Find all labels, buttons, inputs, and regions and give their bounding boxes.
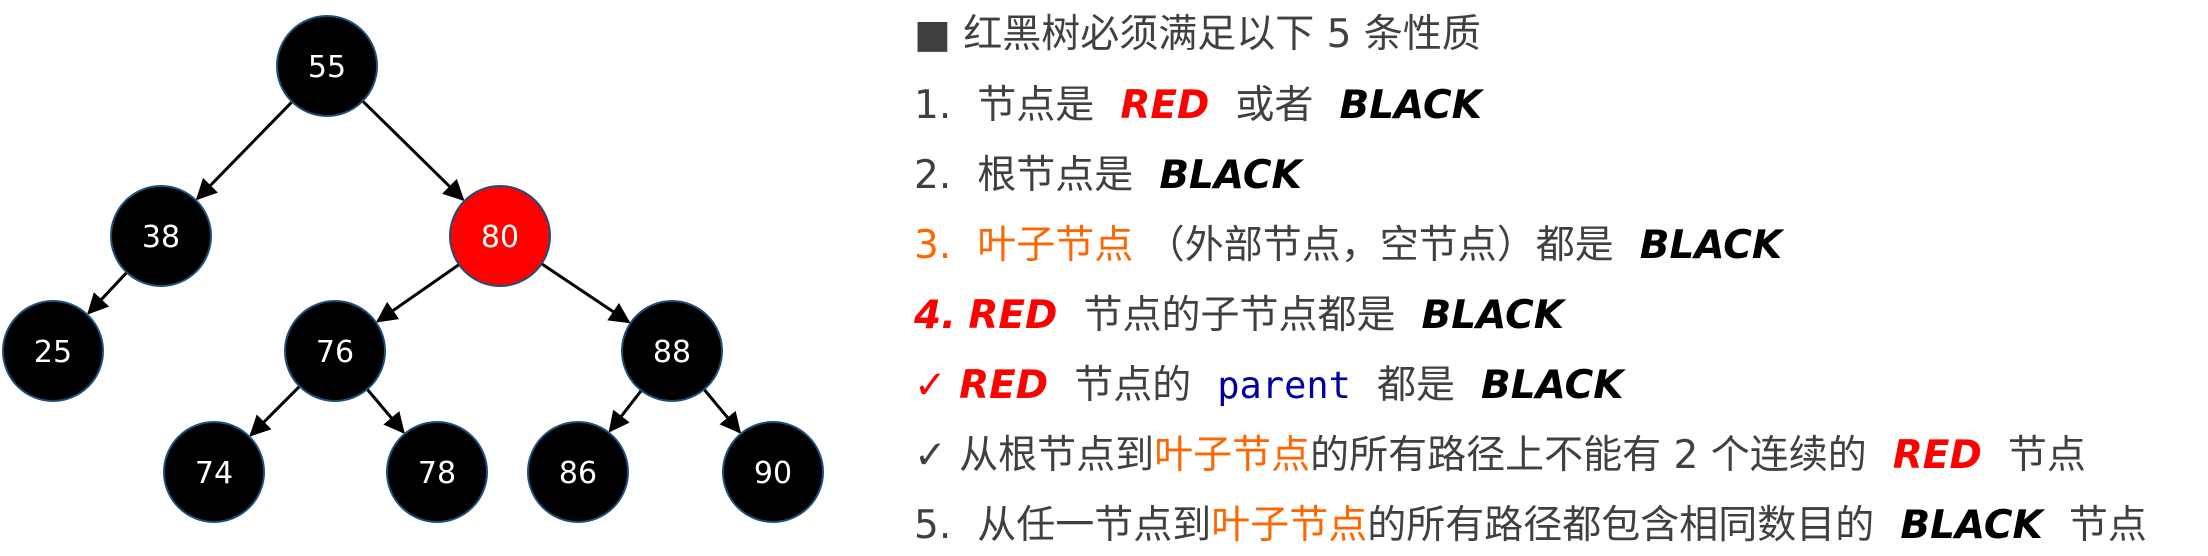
property-number: 5. bbox=[914, 503, 952, 548]
node-label: 88 bbox=[653, 335, 691, 370]
edge-88-90 bbox=[702, 388, 742, 434]
node-label: 80 bbox=[481, 220, 519, 255]
property-text: 都是 bbox=[1376, 363, 1455, 408]
heading-text: 红黑树必须满足以下 5 条性质 bbox=[963, 12, 1481, 57]
edge-38-25 bbox=[87, 271, 128, 315]
property-1: 1. 节点是 RED 或者 BLACK bbox=[914, 76, 1482, 136]
tree-node-78: 78 bbox=[386, 421, 488, 523]
tree-node-74: 74 bbox=[163, 421, 265, 523]
node-label: 74 bbox=[195, 456, 233, 491]
node-label: 76 bbox=[316, 335, 354, 370]
node-label: 90 bbox=[754, 456, 792, 491]
node-label: 86 bbox=[559, 456, 597, 491]
property-2: 2. 根节点是 BLACK bbox=[914, 146, 1302, 206]
leaf-node-term: 叶子节点 bbox=[1211, 503, 1368, 548]
leaf-node-term: 叶子节点 bbox=[1154, 433, 1311, 478]
edge-76-74 bbox=[249, 385, 301, 437]
edge-76-78 bbox=[366, 388, 405, 434]
property-text: 从任一节点到 bbox=[977, 503, 1212, 548]
corollary-2: ✓ 从根节点到叶子节点的所有路径上不能有 2 个连续的 RED 节点 bbox=[914, 426, 2086, 486]
edge-80-76 bbox=[375, 263, 460, 323]
corollary-1: ✓ RED 节点的 parent 都是 BLACK bbox=[914, 356, 1623, 416]
parent-code: parent bbox=[1217, 364, 1351, 407]
black-keyword: BLACK bbox=[1421, 293, 1564, 338]
tree-node-90: 90 bbox=[722, 421, 824, 523]
property-number: 4. bbox=[914, 293, 956, 338]
tree-node-88: 88 bbox=[621, 300, 723, 402]
node-label: 78 bbox=[418, 456, 456, 491]
node-label: 38 bbox=[142, 220, 180, 255]
property-text: 节点的 bbox=[1074, 363, 1192, 408]
black-keyword: BLACK bbox=[1159, 153, 1302, 198]
tree-nodes: 55 38 80 25 76 88 74 78 86 90 bbox=[2, 15, 824, 523]
check-icon: ✓ bbox=[914, 433, 947, 478]
check-icon: ✓ bbox=[914, 363, 947, 408]
black-keyword: BLACK bbox=[1900, 503, 2043, 548]
leaf-node-term: 叶子节点 bbox=[977, 223, 1134, 268]
square-bullet-icon: ■ bbox=[914, 12, 951, 57]
edge-55-80 bbox=[361, 99, 465, 202]
property-number: 1. bbox=[914, 83, 952, 128]
edge-80-88 bbox=[540, 262, 631, 324]
black-keyword: BLACK bbox=[1481, 363, 1624, 408]
red-keyword: RED bbox=[1120, 83, 1210, 128]
property-text: 节点是 bbox=[977, 83, 1095, 128]
property-4: 4. RED 节点的子节点都是 BLACK bbox=[914, 286, 1564, 346]
property-text: 节点的子节点都是 bbox=[1083, 293, 1396, 338]
property-text: 的所有路径上不能有 2 个连续的 bbox=[1310, 433, 1867, 478]
edge-55-38 bbox=[195, 100, 294, 201]
property-5: 5. 从任一节点到叶子节点的所有路径都包含相同数目的 BLACK 节点 bbox=[914, 496, 2147, 556]
red-keyword: RED bbox=[1892, 433, 1982, 478]
tree-node-86: 86 bbox=[527, 421, 629, 523]
tree-node-25: 25 bbox=[2, 300, 104, 402]
black-keyword: BLACK bbox=[1639, 223, 1783, 268]
node-label: 55 bbox=[308, 50, 346, 85]
property-text: 节点 bbox=[2068, 503, 2147, 548]
black-keyword: BLACK bbox=[1339, 83, 1482, 128]
tree-node-55: 55 bbox=[276, 15, 378, 117]
property-text: （外部节点，空节点）都是 bbox=[1145, 223, 1614, 268]
heading-line: ■ 红黑树必须满足以下 5 条性质 bbox=[914, 5, 1481, 65]
red-black-tree-diagram: 55 38 80 25 76 88 74 78 86 90 bbox=[2, 15, 824, 523]
node-label: 25 bbox=[34, 335, 72, 370]
property-text: 从根节点到 bbox=[959, 433, 1155, 478]
red-keyword: RED bbox=[968, 293, 1058, 338]
property-text: 根节点是 bbox=[977, 153, 1134, 198]
property-number: 3. bbox=[914, 223, 952, 268]
property-text: 节点 bbox=[2007, 433, 2086, 478]
property-3: 3. 叶子节点 （外部节点，空节点）都是 BLACK bbox=[914, 216, 1782, 276]
red-keyword: RED bbox=[959, 363, 1049, 408]
property-text: 的所有路径都包含相同数目的 bbox=[1367, 503, 1875, 548]
property-number: 2. bbox=[914, 153, 952, 198]
edge-88-86 bbox=[608, 389, 643, 433]
property-text: 或者 bbox=[1235, 83, 1314, 128]
tree-node-80: 80 bbox=[449, 185, 551, 287]
tree-node-76: 76 bbox=[284, 300, 386, 402]
tree-node-38: 38 bbox=[110, 185, 212, 287]
